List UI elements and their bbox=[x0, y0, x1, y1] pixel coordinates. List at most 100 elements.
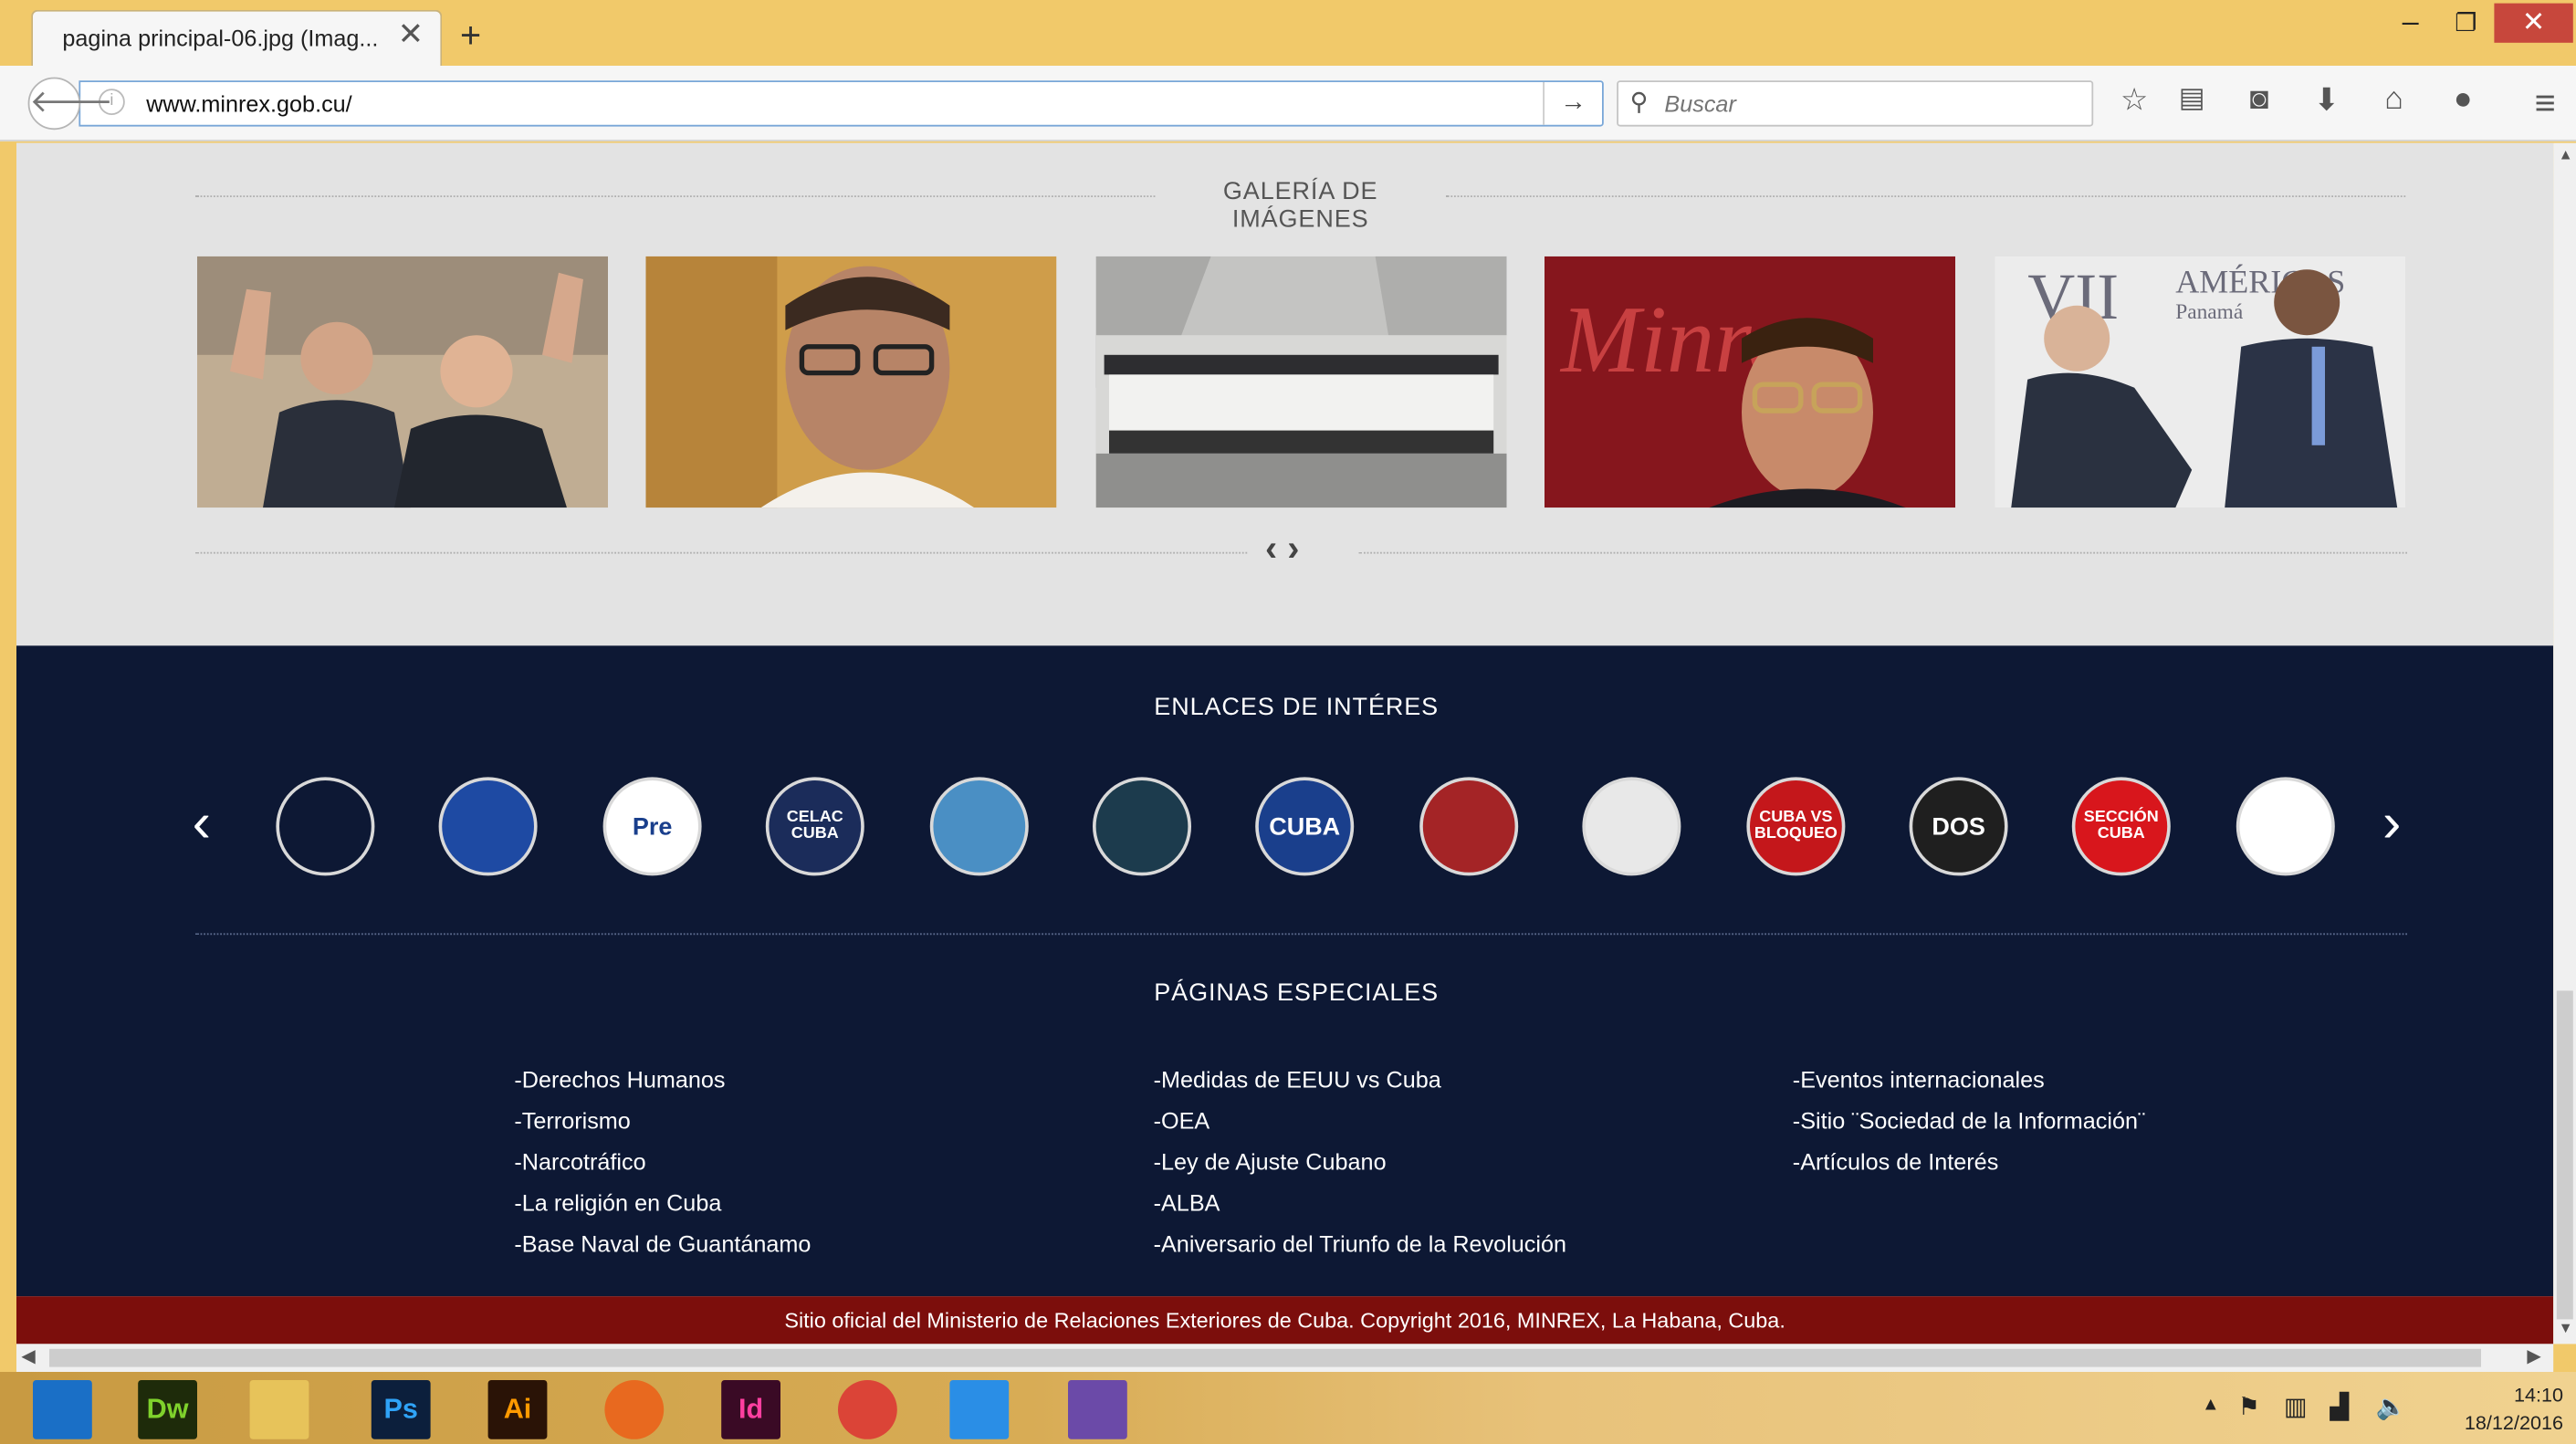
home-icon[interactable]: ⌂ bbox=[2374, 82, 2414, 119]
prensa-logo-icon[interactable]: Pre bbox=[602, 777, 702, 876]
go-arrow-icon[interactable]: → bbox=[1543, 82, 1602, 125]
documents-logo-icon[interactable] bbox=[1093, 777, 1191, 876]
horizontal-scroll-thumb[interactable] bbox=[49, 1348, 2481, 1367]
svg-text:Panamá: Panamá bbox=[2175, 300, 2244, 324]
link-logo-text: CELAC CUBA bbox=[786, 808, 843, 843]
special-column-1: -Derechos Humanos -Terrorismo -Narcotráf… bbox=[514, 1066, 1073, 1271]
celac-logo-icon[interactable]: CELAC CUBA bbox=[765, 777, 864, 876]
volume-icon[interactable]: 🔈 bbox=[2376, 1392, 2407, 1421]
gallery-image-1[interactable] bbox=[197, 256, 608, 508]
cubaminrex-logo-icon[interactable] bbox=[276, 777, 375, 876]
special-link[interactable]: -Medidas de EEUU vs Cuba bbox=[1154, 1066, 1712, 1107]
gallery-arrows-icon[interactable]: ‹ › bbox=[1265, 528, 1299, 570]
horizontal-scrollbar[interactable]: ◀ ▶ bbox=[16, 1344, 2554, 1372]
illustrator-icon[interactable]: Ai bbox=[487, 1380, 548, 1439]
minimize-icon[interactable]: – bbox=[2403, 5, 2419, 39]
dreamweaver-icon[interactable]: Dw bbox=[138, 1380, 197, 1439]
cuba-vs-bloqueo-logo-icon[interactable]: CUBA VS BLOQUEO bbox=[1746, 777, 1846, 876]
special-link[interactable]: -Ley de Ajuste Cubano bbox=[1154, 1148, 1712, 1189]
special-link[interactable]: -Narcotráfico bbox=[514, 1148, 1073, 1189]
globe-logo-icon[interactable] bbox=[2236, 777, 2335, 876]
special-link[interactable]: -OEA bbox=[1154, 1107, 1712, 1148]
url-bar[interactable]: i www.minrex.gob.cu/ → bbox=[79, 80, 1604, 127]
tray-expand-icon[interactable]: ▲ bbox=[2202, 1395, 2220, 1415]
gallery-image-4[interactable]: Minrex bbox=[1545, 256, 1955, 508]
search-bar[interactable]: ⚲ bbox=[1617, 80, 2094, 127]
gallery-image-3[interactable] bbox=[1095, 256, 1507, 508]
clock-time: 14:10 bbox=[2513, 1383, 2563, 1407]
piratas-logo-icon[interactable] bbox=[1419, 777, 1519, 876]
menu-icon[interactable]: ≡ bbox=[2526, 82, 2565, 125]
site-footer: Sitio oficial del Ministerio de Relacion… bbox=[16, 1296, 2554, 1345]
seccion-cuba-logo-icon[interactable]: SECCIÓN CUBA bbox=[2071, 777, 2171, 876]
scroll-up-icon[interactable]: ▲ bbox=[2559, 146, 2573, 162]
app-label: Ps bbox=[383, 1393, 418, 1425]
special-link[interactable]: -ALBA bbox=[1154, 1189, 1712, 1230]
firefox-icon[interactable] bbox=[604, 1380, 665, 1439]
vertical-scrollbar[interactable]: ▲ ▼ bbox=[2553, 142, 2576, 1345]
visual-studio-icon[interactable] bbox=[1068, 1380, 1127, 1439]
web-page: GALERÍA DE IMÁGENES Minrex VII AMÉRICAS … bbox=[16, 142, 2554, 1345]
special-link[interactable]: -La religión en Cuba bbox=[514, 1189, 1073, 1230]
carousel-prev-icon[interactable]: ‹ bbox=[193, 792, 211, 856]
system-clock[interactable]: 14:10 18/12/2016 bbox=[2415, 1382, 2563, 1438]
photoshop-icon[interactable]: Ps bbox=[371, 1380, 431, 1439]
clock-date: 18/12/2016 bbox=[2464, 1411, 2563, 1435]
bookmark-star-icon[interactable]: ☆ bbox=[2115, 82, 2154, 120]
special-link[interactable]: -Terrorismo bbox=[514, 1107, 1073, 1148]
reading-list-icon[interactable]: ▤ bbox=[2173, 82, 2212, 115]
close-window-icon[interactable]: ✕ bbox=[2494, 3, 2573, 43]
special-link[interactable]: -Derechos Humanos bbox=[514, 1066, 1073, 1107]
links-title: ENLACES DE INTÉRES bbox=[1154, 693, 1440, 722]
link-logo-text: DOS bbox=[1932, 812, 1985, 841]
action-center-icon[interactable]: ⚑ bbox=[2238, 1392, 2260, 1421]
app-label: Dw bbox=[146, 1393, 189, 1425]
special-link[interactable]: -Eventos internacionales bbox=[1793, 1066, 2351, 1107]
windows-start-icon[interactable] bbox=[33, 1380, 92, 1439]
cuba-globe-logo-icon[interactable] bbox=[1582, 777, 1681, 876]
tab-title: pagina principal-06.jpg (Imag... bbox=[62, 25, 379, 51]
pocket-icon[interactable]: ◙ bbox=[2239, 82, 2278, 119]
scroll-down-icon[interactable]: ▼ bbox=[2559, 1319, 2573, 1335]
cuba-diplomatica-logo-icon[interactable]: CUBA bbox=[1255, 777, 1355, 876]
new-tab-icon[interactable]: + bbox=[460, 15, 481, 58]
file-explorer-icon[interactable] bbox=[249, 1380, 309, 1439]
tab-close-icon[interactable]: ✕ bbox=[398, 16, 424, 54]
url-text[interactable]: www.minrex.gob.cu/ bbox=[146, 90, 352, 117]
download-icon[interactable]: ⬇ bbox=[2307, 82, 2346, 120]
battery-icon[interactable]: ▥ bbox=[2284, 1392, 2308, 1421]
media-player-icon[interactable] bbox=[949, 1380, 1010, 1439]
special-column-3: -Eventos internacionales -Sitio ¨Socieda… bbox=[1793, 1066, 2351, 1189]
back-arrow-icon[interactable]: 🡐 bbox=[27, 77, 113, 131]
vertical-scroll-thumb[interactable] bbox=[2556, 990, 2573, 1320]
restore-icon[interactable]: ❐ bbox=[2455, 8, 2477, 38]
windows-taskbar: Dw Ps Ai Id ▲ ⚑ ▥ ▟ 🔈 14:10 18/12/2016 bbox=[0, 1372, 2576, 1444]
chat-icon[interactable]: ● bbox=[2444, 82, 2483, 119]
indesign-icon[interactable]: Id bbox=[721, 1380, 780, 1439]
special-link[interactable]: -Aniversario del Triunfo de la Revolució… bbox=[1154, 1230, 1712, 1271]
prensa-latina-logo-icon[interactable] bbox=[438, 777, 538, 876]
un-logo-icon[interactable] bbox=[929, 777, 1029, 876]
app-label: Ai bbox=[503, 1393, 532, 1425]
chrome-icon[interactable] bbox=[838, 1380, 897, 1439]
special-link[interactable]: -Base Naval de Guantánamo bbox=[514, 1230, 1073, 1271]
links-section: ENLACES DE INTÉRES ‹ › Pre CELAC CUBA CUBA… bbox=[16, 645, 2554, 1297]
special-title: PÁGINAS ESPECIALES bbox=[1154, 978, 1440, 1008]
special-link[interactable]: -Artículos de Interés bbox=[1793, 1148, 2351, 1189]
gallery-image-5[interactable]: VII AMÉRICAS Panamá bbox=[1995, 256, 2406, 508]
carousel-next-icon[interactable]: › bbox=[2382, 792, 2401, 856]
search-icon: ⚲ bbox=[1629, 89, 1649, 117]
search-input[interactable] bbox=[1664, 87, 2076, 120]
network-icon[interactable]: ▟ bbox=[2330, 1392, 2349, 1421]
link-logo-text: CUBA bbox=[1269, 812, 1341, 841]
special-link[interactable]: -Sitio ¨Sociedad de la Información¨ bbox=[1793, 1107, 2351, 1148]
app-label: Id bbox=[738, 1393, 764, 1425]
gallery-section: GALERÍA DE IMÁGENES Minrex VII AMÉRICAS … bbox=[16, 142, 2554, 646]
link-logo-text: Pre bbox=[632, 812, 673, 841]
gallery-image-2[interactable] bbox=[645, 256, 1057, 508]
dos-asesinos-logo-icon[interactable]: DOS bbox=[1909, 777, 2008, 876]
scroll-right-icon[interactable]: ▶ bbox=[2527, 1345, 2540, 1367]
scroll-left-icon[interactable]: ◀ bbox=[21, 1345, 35, 1367]
browser-tab-bar: pagina principal-06.jpg (Imag... ✕ + – ❐… bbox=[0, 0, 2576, 66]
browser-tab[interactable]: pagina principal-06.jpg (Imag... ✕ bbox=[31, 9, 443, 66]
